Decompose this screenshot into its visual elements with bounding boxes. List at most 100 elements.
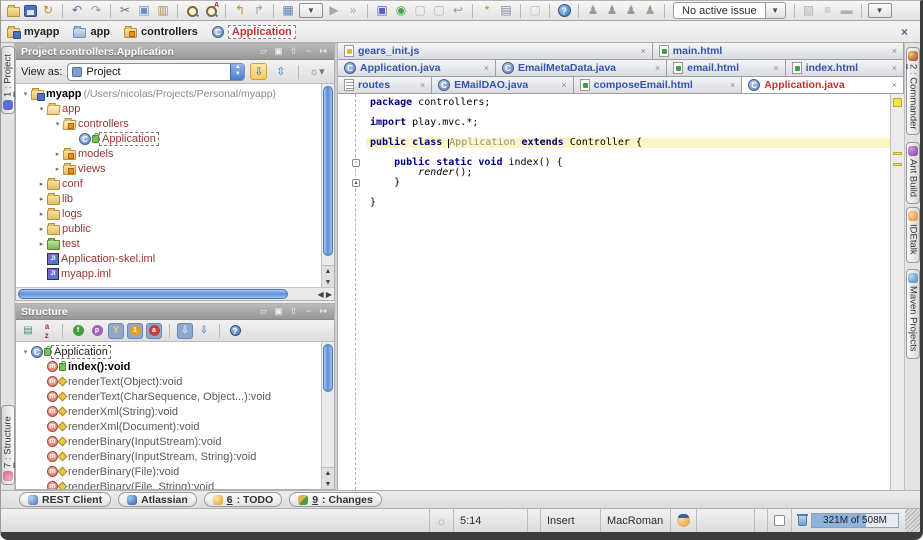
tool-button-rest-client[interactable]: REST Client <box>19 492 111 507</box>
scrollbar-thumb[interactable] <box>323 86 333 256</box>
sort-alphabetically-icon[interactable]: az <box>39 323 55 339</box>
editor-tab-gears-init-js[interactable]: gears_init.js× <box>338 43 653 59</box>
project-vertical-scrollbar[interactable]: ▲▼ <box>321 84 334 287</box>
scrollbar-arrows[interactable]: ◀ ▶ <box>317 288 332 301</box>
make-module-icon[interactable]: ▣ <box>374 3 390 18</box>
copy-icon[interactable]: ▣ <box>136 3 152 18</box>
user-action-icon-4[interactable]: ♟ <box>642 3 658 18</box>
tree-item-app[interactable]: ▾app <box>16 101 321 116</box>
expanded-arrow-icon[interactable]: ▾ <box>20 90 31 98</box>
breadcrumb-item-application[interactable]: Application <box>212 25 296 39</box>
collapsed-arrow-icon[interactable]: ▸ <box>36 195 47 203</box>
autoscroll-to-source-icon[interactable]: ⇩ <box>250 63 267 80</box>
tree-item-application[interactable]: Application <box>16 131 321 146</box>
tool-tab---commander[interactable]: 2: Commander <box>906 47 920 135</box>
extra-dropdown[interactable]: ▼ <box>868 3 892 18</box>
collapsed-arrow-icon[interactable]: ▸ <box>36 240 47 248</box>
disabled-tool-icon-2[interactable]: ▢ <box>431 3 447 18</box>
minimize-window-icon[interactable]: − <box>303 306 314 317</box>
chevron-down-icon[interactable]: ▼ <box>765 3 785 18</box>
show-access-icon[interactable]: a <box>146 323 162 339</box>
tree-item-renderbinary-inputstream--string--void[interactable]: renderBinary(InputStream, String):void <box>16 449 321 464</box>
close-icon[interactable]: × <box>901 25 914 39</box>
editor-code[interactable]: package controllers;import play.mvc.*;pu… <box>366 94 890 490</box>
close-tab-icon[interactable]: × <box>420 80 425 90</box>
comment-icon[interactable]: ▬ <box>839 3 855 18</box>
tree-item-renderbinary-file--void[interactable]: renderBinary(File):void <box>16 464 321 479</box>
float-window-icon[interactable]: ▱ <box>258 46 269 57</box>
snapshot-icon[interactable]: ▧ <box>801 3 817 18</box>
synchronize-icon[interactable]: ↻ <box>40 3 56 18</box>
expanded-arrow-icon[interactable]: ▾ <box>36 105 47 113</box>
redo-icon[interactable]: ↷ <box>88 3 104 18</box>
show-fields-icon[interactable]: f <box>70 323 86 339</box>
project-panel-header[interactable]: Project controllers.Application ▱▣⇧−↦ <box>16 44 334 60</box>
autoscroll-from-source-icon[interactable]: ⇩ <box>196 323 212 339</box>
collapsed-arrow-icon[interactable]: ▸ <box>36 210 47 218</box>
view-as-combo[interactable]: Project ▲▼ <box>67 63 245 81</box>
collapsed-arrow-icon[interactable]: ▸ <box>36 180 47 188</box>
deploy-icon[interactable]: ▤ <box>498 3 514 18</box>
tool-tab-idetalk[interactable]: IDEtalk <box>906 207 920 263</box>
minimize-window-icon[interactable]: − <box>303 46 314 57</box>
scrollbar-arrows[interactable]: ▲▼ <box>322 265 334 287</box>
tool-button-atlassian[interactable]: Atlassian <box>118 492 197 507</box>
structure-vertical-scrollbar[interactable]: ▲▼ <box>321 342 334 489</box>
memory-bar[interactable]: 321M of 508M <box>811 513 899 528</box>
tree-item-application-skel-iml[interactable]: Application-skel.iml <box>16 251 321 266</box>
find-icon[interactable] <box>184 3 200 18</box>
close-tab-icon[interactable]: × <box>641 46 646 56</box>
tree-item-logs[interactable]: ▸logs <box>16 206 321 221</box>
editor-tab-composeemail-html[interactable]: composeEmail.html× <box>574 77 743 93</box>
paste-icon[interactable]: ▥ <box>155 3 171 18</box>
tree-item-renderbinary-inputstream--void[interactable]: renderBinary(InputStream):void <box>16 434 321 449</box>
close-tab-icon[interactable]: × <box>730 80 735 90</box>
tree-item-controllers[interactable]: ▾controllers <box>16 116 321 131</box>
show-anonymous-icon[interactable]: 1 <box>127 323 143 339</box>
run-config-dropdown[interactable]: ▼ <box>299 3 323 18</box>
user-action-icon-2[interactable]: ♟ <box>604 3 620 18</box>
hide-window-icon[interactable]: ↦ <box>318 46 329 57</box>
error-stripe[interactable] <box>890 94 904 490</box>
tree-item-renderxml-string--void[interactable]: renderXml(String):void <box>16 404 321 419</box>
tree-item-index---void[interactable]: index():void <box>16 359 321 374</box>
editor-gutter[interactable]: −▴ <box>338 94 366 490</box>
editor-tab-emaildao-java[interactable]: EMailDAO.java× <box>432 77 574 93</box>
rollback-icon[interactable]: ↩ <box>450 3 466 18</box>
window-resize-grip[interactable] <box>905 509 920 532</box>
user-action-icon-3[interactable]: ♟ <box>623 3 639 18</box>
breadcrumb-item-app[interactable]: app <box>73 26 110 38</box>
code-line-8[interactable]: render(); <box>366 168 890 178</box>
breadcrumb-item-myapp[interactable]: myapp <box>7 26 59 38</box>
tree-item-renderxml-document--void[interactable]: renderXml(Document):void <box>16 419 321 434</box>
fold-end-icon[interactable]: ▴ <box>352 179 360 187</box>
help-icon[interactable]: ? <box>227 323 243 339</box>
expanded-arrow-icon[interactable]: ▾ <box>52 120 63 128</box>
code-line-1[interactable]: package controllers; <box>366 98 890 108</box>
tool-tab-maven-projects[interactable]: Maven Projects <box>906 269 920 359</box>
project-horizontal-scrollbar[interactable]: ◀ ▶ <box>16 287 334 300</box>
show-properties-icon[interactable]: p <box>89 323 105 339</box>
autoscroll-to-source-icon[interactable]: ⇩ <box>177 323 193 339</box>
fold-collapse-icon[interactable]: − <box>352 159 360 167</box>
issue-list-icon[interactable]: ≡ <box>820 3 836 18</box>
error-stripe-status-square[interactable] <box>893 98 902 107</box>
pin-window-icon[interactable]: ⇧ <box>288 306 299 317</box>
checkbox-icon[interactable] <box>774 515 785 526</box>
collapsed-arrow-icon[interactable]: ▸ <box>52 150 63 158</box>
encoding-cell[interactable]: MacRoman <box>600 509 670 532</box>
tree-item-application[interactable]: ▾Application <box>16 344 321 359</box>
tree-item-rendertext-object--void[interactable]: renderText(Object):void <box>16 374 321 389</box>
hide-window-icon[interactable]: ↦ <box>318 306 329 317</box>
back-icon[interactable]: ↰ <box>232 3 248 18</box>
tree-item-test[interactable]: ▸test <box>16 236 321 251</box>
tree-item-models[interactable]: ▸models <box>16 146 321 161</box>
idetalk-status-cell[interactable] <box>670 509 696 532</box>
ant-build-icon[interactable]: * <box>479 3 495 18</box>
undo-icon[interactable]: ↶ <box>69 3 85 18</box>
forward-icon[interactable]: ↱ <box>251 3 267 18</box>
tree-item-public[interactable]: ▸public <box>16 221 321 236</box>
open-file-icon[interactable] <box>5 3 21 18</box>
tool-tab---structure[interactable]: 7: Structure <box>1 405 15 485</box>
garbage-collector-icon[interactable] <box>798 515 807 526</box>
